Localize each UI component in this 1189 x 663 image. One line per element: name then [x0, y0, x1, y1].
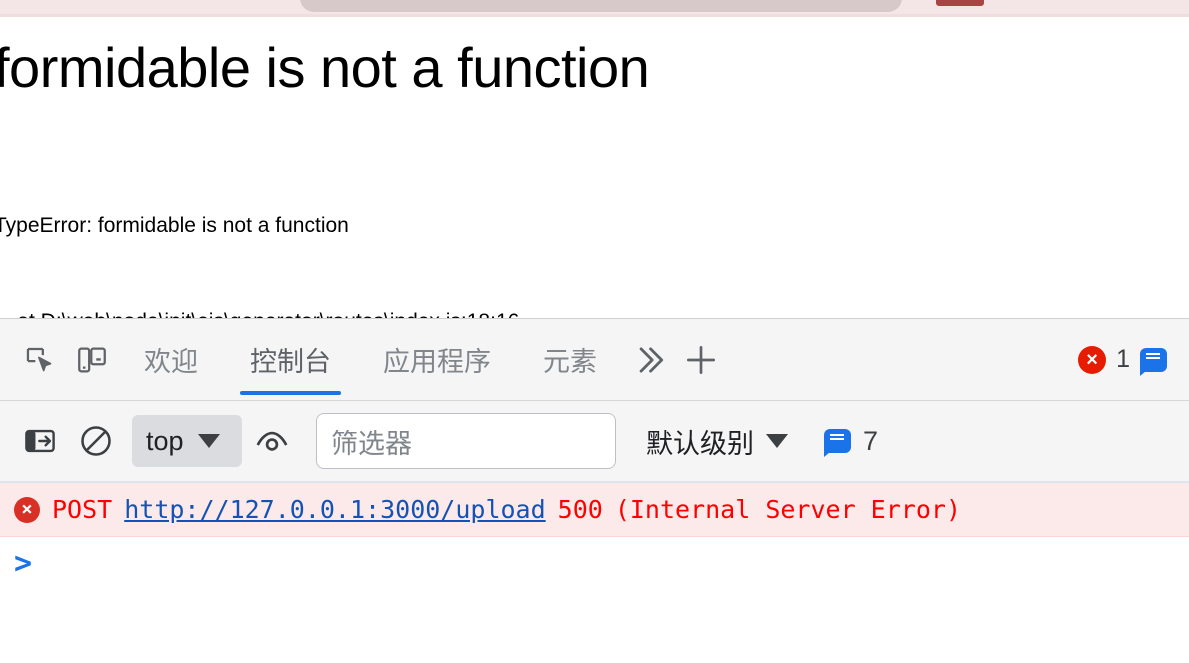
- request-method: POST: [52, 495, 113, 524]
- response-status-text: (Internal Server Error): [614, 495, 961, 524]
- error-icon: ×: [14, 496, 40, 523]
- banner-rounded-panel: [300, 0, 902, 12]
- tab-console[interactable]: 控制台: [224, 319, 357, 401]
- stack-line: at D:\web\node\init\ejs\generator\routes…: [0, 306, 1189, 318]
- tab-application[interactable]: 应用程序: [357, 319, 517, 401]
- chevron-down-icon: [197, 434, 220, 448]
- prompt-caret-icon: >: [14, 546, 33, 581]
- devtools-status-group: × 1: [1078, 345, 1175, 376]
- error-stack-trace: TypeError: formidable is not a function …: [0, 146, 1189, 318]
- stack-line: TypeError: formidable is not a function: [0, 214, 349, 237]
- console-input-row[interactable]: >: [0, 537, 1189, 597]
- banner-close-button[interactable]: 关闭: [936, 0, 984, 6]
- device-toggle-icon[interactable]: [66, 334, 118, 386]
- tab-label: 欢迎: [144, 347, 198, 377]
- message-bubble-icon[interactable]: [824, 429, 851, 457]
- tab-elements[interactable]: 元素: [517, 319, 623, 401]
- tab-label: 应用程序: [383, 347, 491, 377]
- tab-welcome[interactable]: 欢迎: [118, 319, 224, 401]
- filter-placeholder: 筛选器: [331, 428, 412, 459]
- chevron-down-icon: [766, 434, 788, 448]
- devtools-tabbar: 欢迎 控制台 应用程序 元素 × 1: [0, 319, 1189, 401]
- top-banner-strip: 关闭: [0, 0, 1189, 17]
- console-message-list: × POST http://127.0.0.1:3000/upload 500 …: [0, 483, 1189, 662]
- message-bubble-icon[interactable]: [1140, 347, 1167, 376]
- message-count-group: 7: [824, 426, 878, 457]
- console-toolbar: top 筛选器 默认级别 7: [0, 401, 1189, 483]
- log-level-label: 默认级别: [646, 428, 754, 459]
- message-count: 7: [863, 425, 879, 456]
- error-count: 1: [1116, 345, 1130, 373]
- execution-context-value: top: [146, 425, 184, 456]
- tab-label: 元素: [543, 347, 597, 377]
- chevron-double-right-icon[interactable]: [623, 334, 675, 386]
- plus-icon[interactable]: [675, 334, 727, 386]
- execution-context-select[interactable]: top: [132, 415, 242, 467]
- console-error-row[interactable]: × POST http://127.0.0.1:3000/upload 500 …: [0, 483, 1189, 537]
- error-page-content: formidable is not a function TypeError: …: [0, 17, 1189, 318]
- devtools-panel: 欢迎 控制台 应用程序 元素 × 1 top 筛选器 默认级别 7 × POST…: [0, 318, 1189, 663]
- inspect-element-icon[interactable]: [14, 334, 66, 386]
- page-title: formidable is not a function: [0, 36, 650, 99]
- console-sidebar-icon[interactable]: [14, 415, 66, 467]
- request-url-link[interactable]: http://127.0.0.1:3000/upload: [124, 495, 545, 524]
- eye-icon[interactable]: [246, 415, 298, 467]
- clear-console-icon[interactable]: [70, 415, 122, 467]
- log-level-select[interactable]: 默认级别: [646, 422, 788, 461]
- error-badge-icon[interactable]: ×: [1078, 345, 1107, 374]
- tab-label: 控制台: [250, 347, 331, 377]
- filter-input[interactable]: 筛选器: [316, 413, 616, 469]
- response-status: 500: [557, 495, 603, 524]
